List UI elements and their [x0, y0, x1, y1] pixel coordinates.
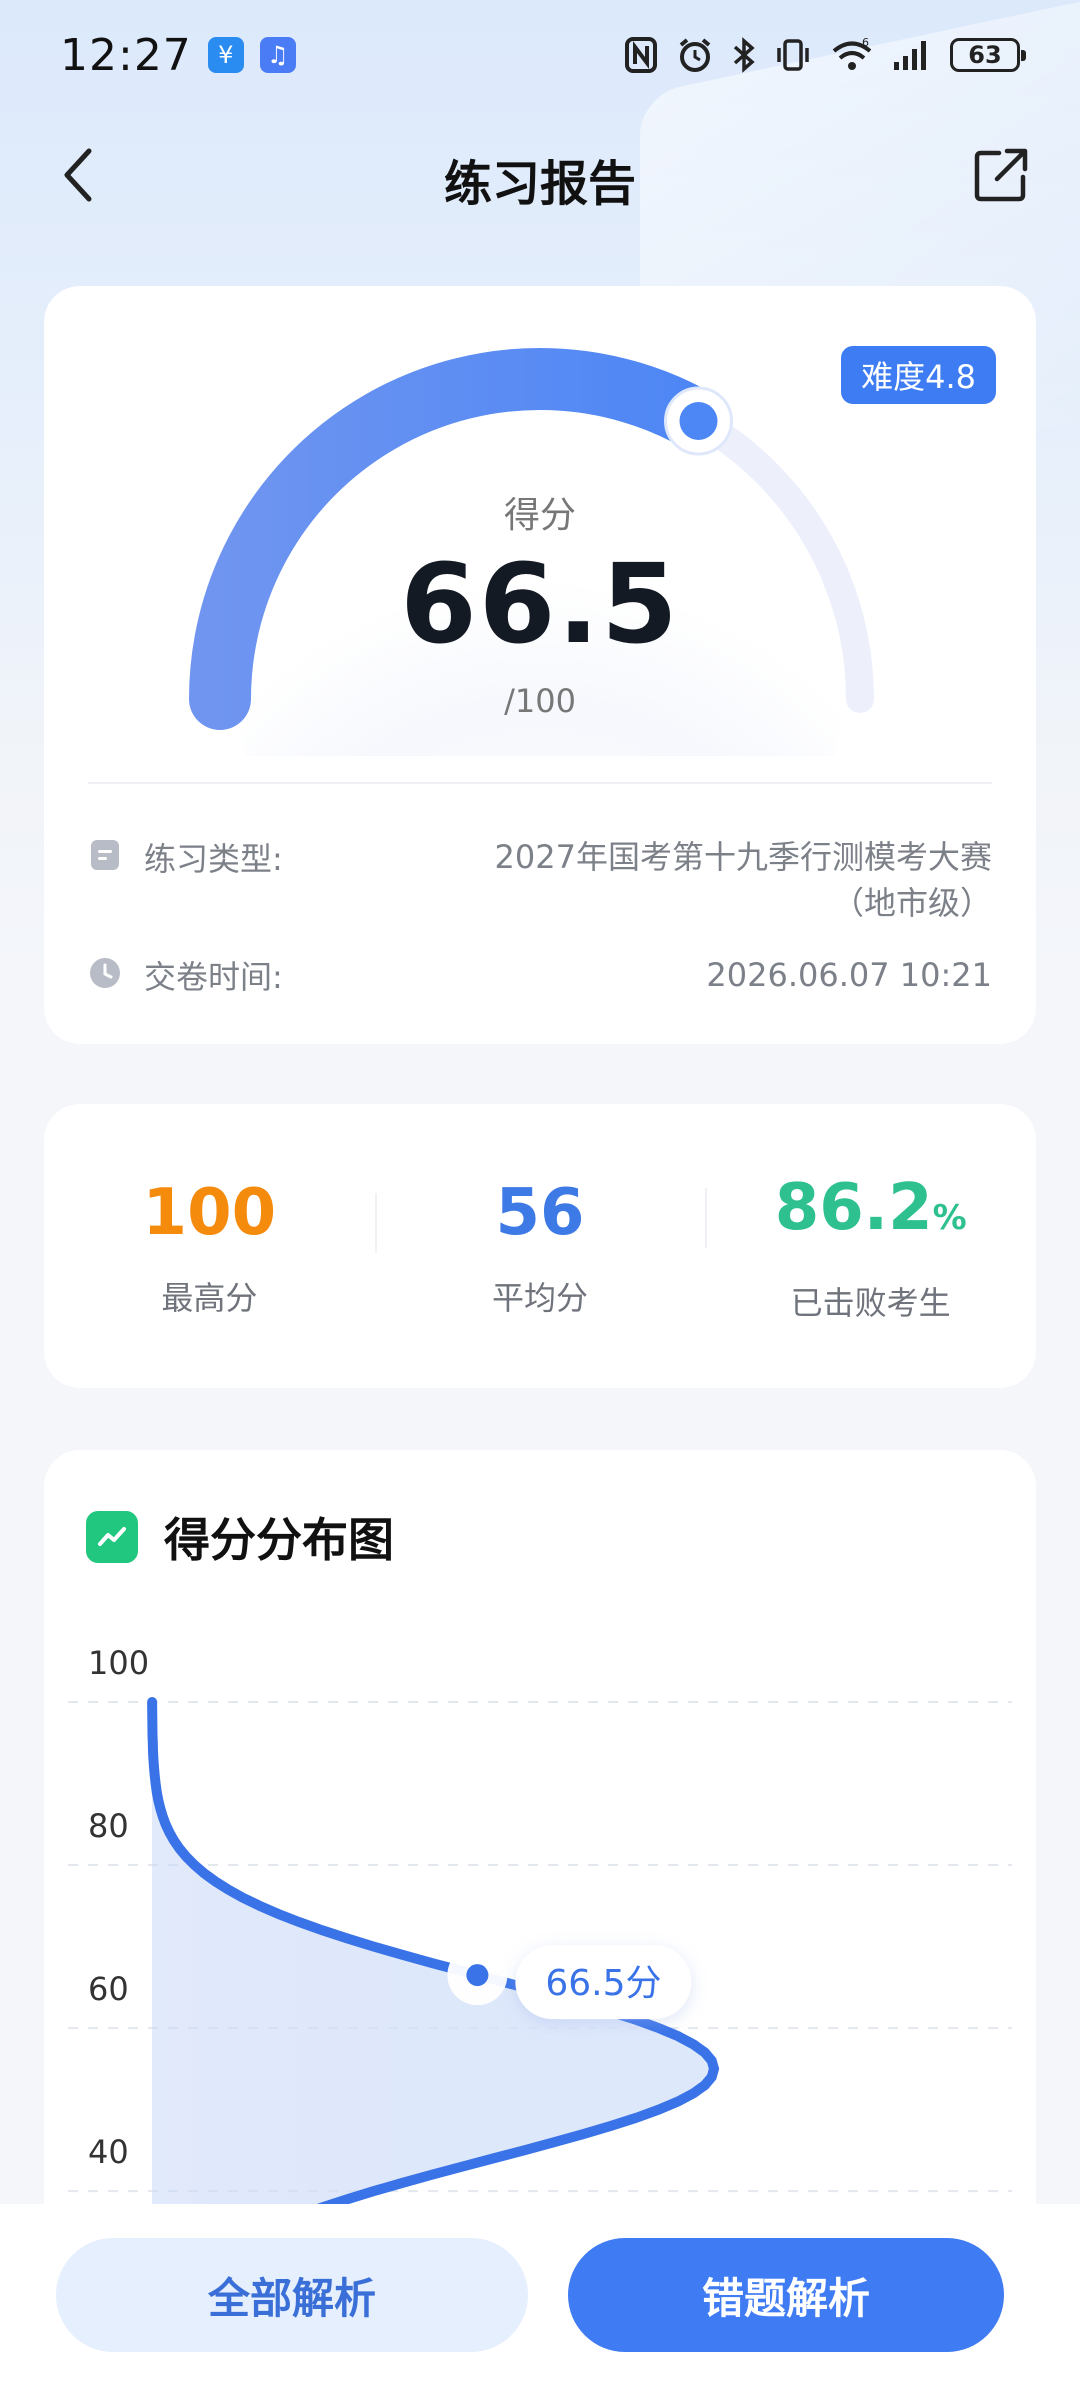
- stats-card: 100 最高分 56 平均分 86.2% 已击败考生: [44, 1104, 1036, 1388]
- app-notification-icon: ¥: [207, 37, 244, 73]
- chart-title: 得分分布图: [164, 1513, 394, 1567]
- wifi-icon: 6: [832, 36, 872, 70]
- practice-type-line2: （地市级）: [831, 884, 992, 922]
- highest-score-label: 最高分: [161, 1279, 258, 1317]
- y-tick-label: 100: [88, 1644, 149, 1682]
- score-label: 得分: [503, 495, 576, 536]
- share-icon: [974, 148, 1028, 202]
- practice-type-value: 2027年国考第十九季行测模考大赛 （地市级）: [495, 834, 992, 926]
- submit-time-label: 交卷时间:: [144, 958, 283, 996]
- bottom-action-bar: 全部解析 错题解析: [0, 2204, 1080, 2387]
- bluetooth-icon: [733, 37, 755, 73]
- stat-beaten: 86.2% 已击败考生: [705, 1168, 1036, 1324]
- score-card: 难度4.8 得分 66.5 /100 练习类型: 2027年国考第十九季行测模考…: [44, 286, 1036, 1044]
- average-score-value: 56: [495, 1176, 585, 1250]
- status-bar: 12:27 ¥ ♫ 6 63: [0, 0, 1080, 110]
- beaten-percent-value: 86.2%: [705, 1168, 1036, 1258]
- chart-header: 得分分布图: [86, 1504, 394, 1570]
- stat-average: 56 平均分: [374, 1173, 706, 1319]
- practice-type-line1: 2027年国考第十九季行测模考大赛: [494, 838, 992, 876]
- stat-highest: 100 最高分: [44, 1173, 375, 1319]
- y-tick-label: 80: [88, 1807, 129, 1845]
- signal-icon: [894, 41, 926, 70]
- practice-report-page: 12:27 ¥ ♫ 6 63 练习报告 难度4.8 得分 66.5 /100 练…: [0, 0, 1080, 2387]
- all-analysis-button[interactable]: 全部解析: [56, 2238, 528, 2352]
- status-icons: 6 63: [624, 36, 1026, 74]
- practice-type-row: 练习类型: 2027年国考第十九季行测模考大赛 （地市级）: [88, 834, 992, 926]
- document-icon: [91, 840, 119, 870]
- beaten-percent-label: 已击败考生: [790, 1284, 951, 1322]
- beaten-percent-number: 86.2: [774, 1171, 933, 1245]
- music-notification-icon: ♫: [259, 37, 296, 73]
- submit-time-row: 交卷时间: 2026.06.07 10:21: [88, 952, 992, 998]
- difficulty-badge: 难度4.8: [841, 346, 996, 404]
- beaten-percent-unit: %: [932, 1198, 967, 1238]
- status-time: 12:27: [60, 29, 192, 81]
- clock-icon: [90, 958, 120, 988]
- share-button[interactable]: [966, 140, 1036, 210]
- vibrate-icon: [777, 39, 809, 71]
- score-value: 66.5: [400, 540, 680, 668]
- gauge-knob: [679, 402, 718, 440]
- average-score-label: 平均分: [492, 1279, 589, 1317]
- page-title: 练习报告: [443, 156, 636, 212]
- y-tick-label: 60: [88, 1970, 129, 2008]
- practice-type-label: 练习类型:: [144, 840, 283, 878]
- y-tick-label: 40: [88, 2133, 129, 2171]
- card-divider: [88, 782, 992, 784]
- nfc-icon: [625, 37, 657, 73]
- marker-dot: [466, 1964, 489, 1987]
- wrong-analysis-button[interactable]: 错题解析: [568, 2238, 1004, 2352]
- alarm-icon: [679, 38, 711, 72]
- marker-label: 66.5分: [545, 1963, 661, 2004]
- score-total: /100: [504, 682, 576, 720]
- battery-indicator: 63: [950, 38, 1026, 72]
- submit-time-value: 2026.06.07 10:21: [706, 956, 992, 994]
- highest-score-value: 100: [142, 1176, 277, 1250]
- svg-text:6: 6: [862, 36, 869, 49]
- top-nav: 练习报告: [0, 120, 1080, 230]
- trend-icon: [86, 1511, 138, 1563]
